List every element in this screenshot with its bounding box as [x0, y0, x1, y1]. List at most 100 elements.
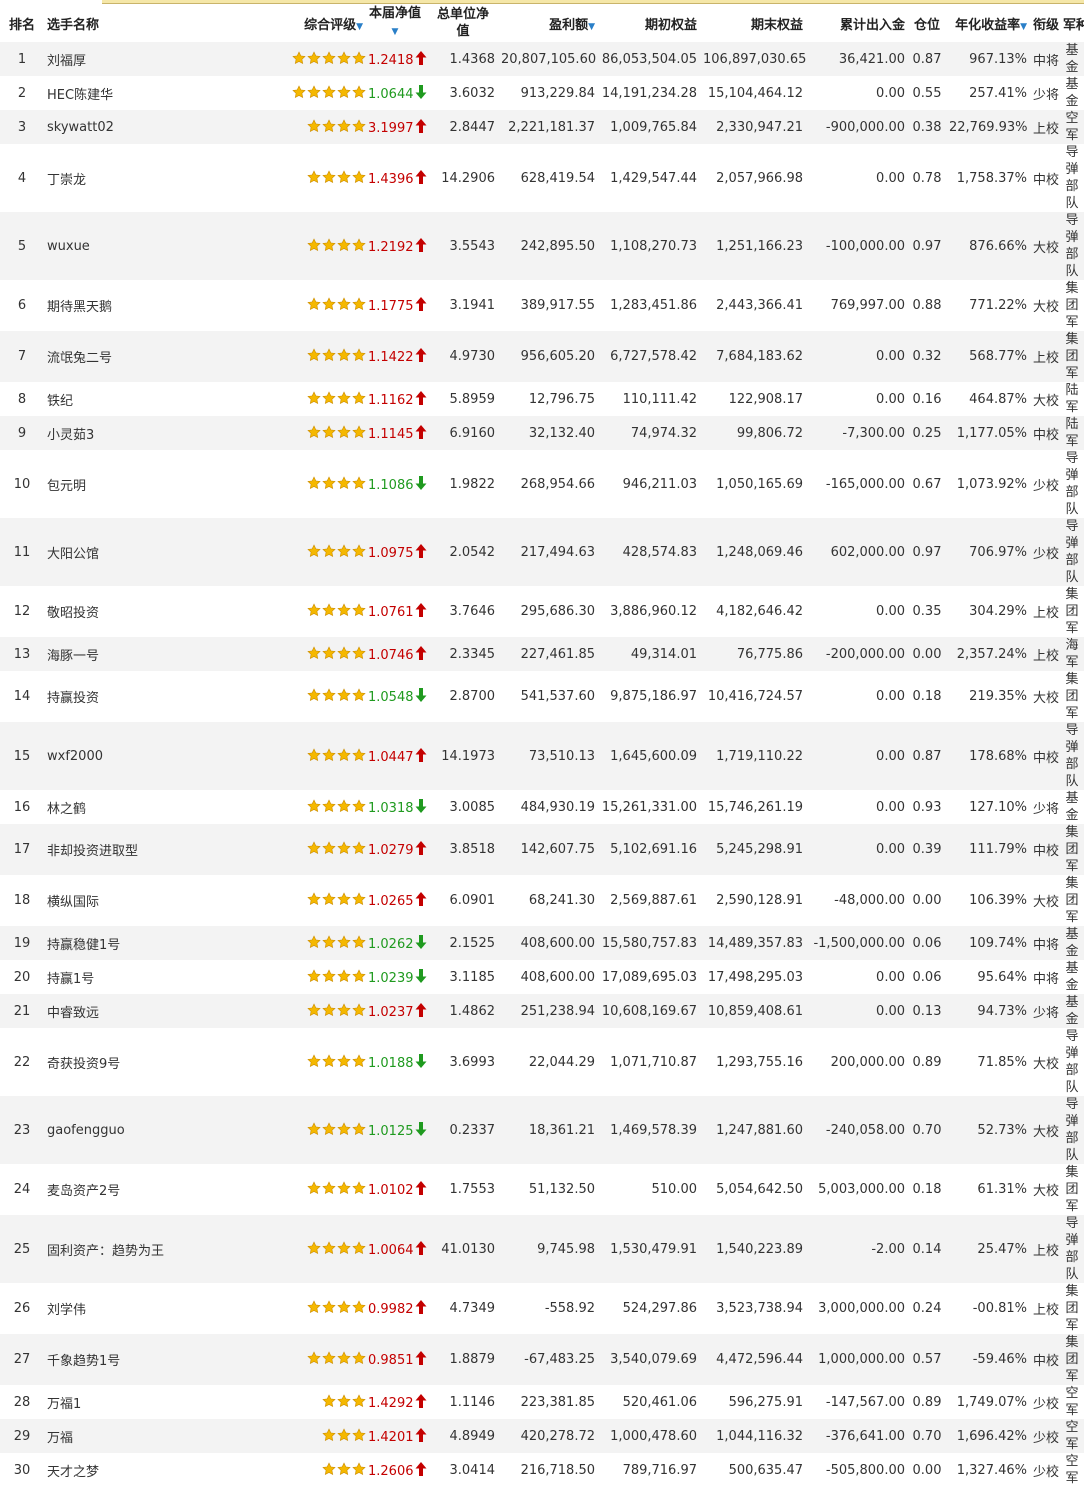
table-row[interactable]: 16 林之鹤 1.0318 3.0085 484,930.19 15,261,331.00…	[0, 790, 1084, 824]
star-icon	[337, 348, 351, 362]
header-level[interactable]: 衔级	[1030, 4, 1060, 42]
table-row[interactable]: 28 万福1 1.4292 1.1146 223,381.85 520,461.06 596…	[0, 1385, 1084, 1419]
cell-player-name[interactable]: 持赢1号	[44, 960, 214, 994]
cell-player-name[interactable]: gaofengguo	[44, 1096, 214, 1164]
cell-pnl: -67,483.25	[498, 1334, 598, 1385]
header-army[interactable]: 军种 C	[1060, 4, 1084, 42]
table-row[interactable]: 11 大阳公馆 1.0975 2.0542 217,494.63 428,574.83 1,…	[0, 518, 1084, 586]
table-row[interactable]: 17 非却投资进取型 1.0279 3.8518 142,607.75 5,102,691…	[0, 824, 1084, 875]
cell-player-name[interactable]: 刘学伟	[44, 1283, 214, 1334]
cell-player-name[interactable]: 期待黑天鹅	[44, 280, 214, 331]
table-row[interactable]: 14 持赢投资 1.0548 2.8700 541,537.60 9,875,186.97…	[0, 671, 1084, 722]
cell-player-name[interactable]: 小灵茹3	[44, 416, 214, 450]
header-rank[interactable]: 排名	[0, 4, 44, 42]
table-row[interactable]: 13 海豚一号 1.0746 2.3345 227,461.85 49,314.01 76,…	[0, 637, 1084, 671]
table-row[interactable]: 27 千象趋势1号 0.9851 1.8879 -67,483.25 3,540,079.…	[0, 1334, 1084, 1385]
cell-player-name[interactable]: 天才之梦	[44, 1453, 214, 1487]
header-rating[interactable]: 综合评级▼	[214, 4, 366, 42]
table-row[interactable]: 7 流氓兔二号 1.1422 4.9730 956,605.20 6,727,578.42…	[0, 331, 1084, 382]
weekly-nav-value: 1.0644	[368, 86, 414, 102]
cell-level: 上校	[1030, 1215, 1060, 1283]
cell-player-name[interactable]: skywatt02	[44, 110, 214, 144]
table-row[interactable]: 10 包元明 1.1086 1.9822 268,954.66 946,211.03 1,0…	[0, 450, 1084, 518]
cell-player-name[interactable]: wuxue	[44, 212, 214, 280]
cell-player-name[interactable]: 千象趋势1号	[44, 1334, 214, 1385]
header-annual-label: 年化收益率	[955, 17, 1021, 33]
table-row[interactable]: 8 铁纪 1.1162 5.8959 12,796.75 110,111.42 122,90…	[0, 382, 1084, 416]
cell-cash-flow: 1,000,000.00	[806, 1334, 908, 1385]
cell-level: 大校	[1030, 212, 1060, 280]
star-icon	[352, 475, 366, 490]
cell-player-name[interactable]: 固利资产：趋势为王	[44, 1215, 214, 1283]
cell-player-name[interactable]: wxf2000	[44, 722, 214, 790]
cell-level: 少将	[1030, 790, 1060, 824]
cell-player-name[interactable]: 林之鹤	[44, 790, 214, 824]
table-row[interactable]: 23 gaofengguo 1.0125 0.2337 18,361.21 1,469,5…	[0, 1096, 1084, 1164]
table-row[interactable]: 20 持赢1号 1.0239 3.1185 408,600.00 17,089,695.0…	[0, 960, 1084, 994]
cell-player-name[interactable]: 敬昭投资	[44, 586, 214, 637]
cell-player-name[interactable]: 万福	[44, 1419, 214, 1453]
cell-player-name[interactable]: 中睿致远	[44, 994, 214, 1028]
cell-level: 中校	[1030, 1334, 1060, 1385]
table-row[interactable]: 19 持赢稳健1号 1.0262 2.1525 408,600.00 15,580,757…	[0, 926, 1084, 960]
cell-annual-return: 706.97%	[946, 518, 1030, 586]
cell-player-name[interactable]: 刘福厚	[44, 42, 214, 76]
table-row[interactable]: 26 刘学伟 0.9982 4.7349 -558.92 524,297.86 3,523,…	[0, 1283, 1084, 1334]
cell-position: 0.55	[908, 76, 946, 110]
header-position[interactable]: 仓位	[908, 4, 946, 42]
table-row[interactable]: 1 刘福厚 1.2418 1.4368 20,807,105.60 86,053,504.…	[0, 42, 1084, 76]
header-name[interactable]: 选手名称	[44, 4, 214, 42]
header-total-nav[interactable]: 总单位净值	[428, 4, 498, 42]
cell-player-name[interactable]: 非却投资进取型	[44, 824, 214, 875]
cell-cash-flow: 602,000.00	[806, 518, 908, 586]
cell-player-name[interactable]: 持赢稳健1号	[44, 926, 214, 960]
table-row[interactable]: 22 奇获投资9号 1.0188 3.6993 22,044.29 1,071,710.8…	[0, 1028, 1084, 1096]
cell-player-name[interactable]: 大阳公馆	[44, 518, 214, 586]
table-row[interactable]: 21 中睿致远 1.0237 1.4862 251,238.94 10,608,169.6…	[0, 994, 1084, 1028]
table-row[interactable]: 3 skywatt02 3.1997 2.8447 2,221,181.37 1,009,…	[0, 110, 1084, 144]
cell-player-name[interactable]: 持赢投资	[44, 671, 214, 722]
table-row[interactable]: 6 期待黑天鹅 1.1775 3.1941 389,917.55 1,283,451.86…	[0, 280, 1084, 331]
table-row[interactable]: 4 丁崇龙 1.4396 14.2906 628,419.54 1,429,547.44 2…	[0, 144, 1084, 212]
cell-player-name[interactable]: HEC陈建华	[44, 76, 214, 110]
cell-player-name[interactable]: 奇获投资9号	[44, 1028, 214, 1096]
header-pnl[interactable]: 盈利额▼	[498, 4, 598, 42]
table-row[interactable]: 25 固利资产：趋势为王 1.0064 41.0130 9,745.98 1,530,47…	[0, 1215, 1084, 1283]
cell-pnl: 913,229.84	[498, 76, 598, 110]
cell-player-name[interactable]: 横纵国际	[44, 875, 214, 926]
cell-army: 基金	[1060, 76, 1084, 110]
cell-player-name[interactable]: 丁崇龙	[44, 144, 214, 212]
table-row[interactable]: 15 wxf2000 1.0447 14.1973 73,510.13 1,645,600…	[0, 722, 1084, 790]
cell-pnl: 9,745.98	[498, 1215, 598, 1283]
table-row[interactable]: 12 敬昭投资 1.0761 3.7646 295,686.30 3,886,960.12…	[0, 586, 1084, 637]
cell-weekly-nav: 1.1162	[366, 382, 428, 416]
table-row[interactable]: 18 横纵国际 1.0265 6.0901 68,241.30 2,569,887.61 2…	[0, 875, 1084, 926]
header-cash-flow[interactable]: 累计出入金	[806, 4, 908, 42]
cell-cash-flow: 200,000.00	[806, 1028, 908, 1096]
cell-level: 大校	[1030, 280, 1060, 331]
table-row[interactable]: 30 天才之梦 1.2606 3.0414 216,718.50 789,716.97 50…	[0, 1453, 1084, 1487]
table-row[interactable]: 24 麦岛资产2号 1.0102 1.7553 51,132.50 510.00 5,054…	[0, 1164, 1084, 1215]
cell-end-equity: 1,293,755.16	[700, 1028, 806, 1096]
cell-player-name[interactable]: 海豚一号	[44, 637, 214, 671]
header-end-equity[interactable]: 期末权益	[700, 4, 806, 42]
cell-player-name[interactable]: 麦岛资产2号	[44, 1164, 214, 1215]
header-annual[interactable]: 年化收益率▼	[946, 4, 1030, 42]
cell-player-name[interactable]: 万福1	[44, 1385, 214, 1419]
table-row[interactable]: 9 小灵茹3 1.1145 6.9160 32,132.40 74,974.32 99,80…	[0, 416, 1084, 450]
cell-player-name[interactable]: 流氓兔二号	[44, 331, 214, 382]
cell-army: 集团军	[1060, 1334, 1084, 1385]
table-row[interactable]: 29 万福 1.4201 4.8949 420,278.72 1,000,478.60 1,…	[0, 1419, 1084, 1453]
cell-total-nav: 1.4862	[428, 994, 498, 1028]
table-row[interactable]: 5 wuxue 1.2192 3.5543 242,895.50 1,108,270.73…	[0, 212, 1084, 280]
cell-rank: 30	[0, 1453, 44, 1487]
cell-player-name[interactable]: 铁纪	[44, 382, 214, 416]
cell-rank: 8	[0, 382, 44, 416]
header-weekly-nav[interactable]: 本届净值 ▼	[366, 4, 428, 42]
star-icon	[337, 892, 351, 906]
header-begin-equity[interactable]: 期初权益	[598, 4, 700, 42]
cell-weekly-nav: 1.0644	[366, 76, 428, 110]
cell-rating	[214, 875, 366, 926]
cell-player-name[interactable]: 包元明	[44, 450, 214, 518]
table-row[interactable]: 2 HEC陈建华 1.0644 3.6032 913,229.84 14,191,234.…	[0, 76, 1084, 110]
